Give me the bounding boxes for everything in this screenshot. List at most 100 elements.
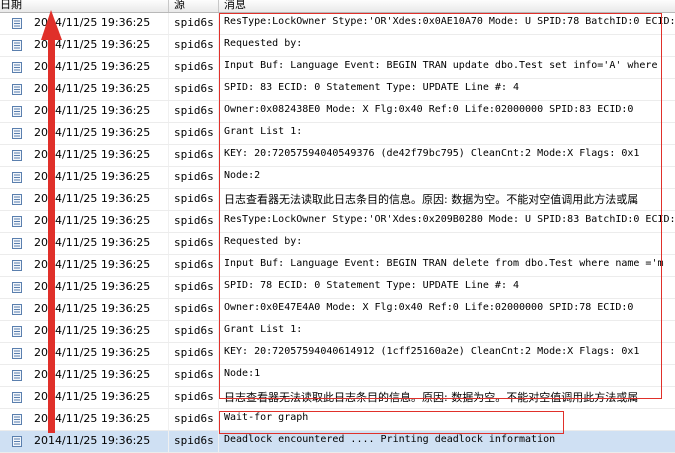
column-divider[interactable] <box>218 0 219 12</box>
entry-message: Grant List 1: <box>224 324 303 335</box>
table-row[interactable]: 2014/11/25 19:36:25 spid6s Input Buf: Lang… <box>0 57 675 79</box>
log-entry-icon <box>12 282 22 293</box>
table-row[interactable]: 2014/11/25 19:36:25 spid6s KEY: 20:7205759… <box>0 343 675 365</box>
cell-divider <box>218 409 219 430</box>
table-row[interactable]: 2014/11/25 19:36:25 spid6s Grant List 1: <box>0 321 675 343</box>
entry-source: spid6s <box>174 412 214 425</box>
entry-source: spid6s <box>174 390 214 403</box>
column-header-message[interactable]: 消息 <box>224 0 246 11</box>
log-entry-list[interactable]: 2014/11/25 19:36:25 spid6s ResType:LockOwn… <box>0 13 675 453</box>
log-entry-icon <box>12 348 22 359</box>
entry-message: 日志查看器无法读取此日志条目的信息。原因: 数据为空。不能对空值调用此方法或属 <box>224 391 639 404</box>
cell-divider <box>218 431 219 452</box>
table-row[interactable]: 2014/11/25 19:36:25 spid6s 日志查看器无法读取此日志条目的… <box>0 387 675 409</box>
log-entry-icon <box>12 238 22 249</box>
cell-divider <box>218 145 219 166</box>
cell-divider <box>168 189 169 210</box>
table-row[interactable]: 2014/11/25 19:36:25 spid6s SPID: 83 ECID: … <box>0 79 675 101</box>
entry-date: 2014/11/25 19:36:25 <box>34 412 151 425</box>
entry-date: 2014/11/25 19:36:25 <box>34 302 151 315</box>
entry-date: 2014/11/25 19:36:25 <box>34 236 151 249</box>
table-row[interactable]: 2014/11/25 19:36:25 spid6s Input Buf: Lang… <box>0 255 675 277</box>
table-row[interactable]: 2014/11/25 19:36:25 spid6s Node:1 <box>0 365 675 387</box>
log-entry-icon <box>12 326 22 337</box>
log-entry-icon <box>12 84 22 95</box>
column-header-date[interactable]: 日期 <box>0 0 22 11</box>
table-row[interactable]: 2014/11/25 19:36:25 spid6s Wait-for graph <box>0 409 675 431</box>
cell-divider <box>218 321 219 342</box>
entry-date: 2014/11/25 19:36:25 <box>34 214 151 227</box>
cell-divider <box>218 299 219 320</box>
column-divider[interactable] <box>168 0 169 12</box>
log-entry-icon <box>12 150 22 161</box>
log-entry-icon <box>12 128 22 139</box>
cell-divider <box>218 57 219 78</box>
cell-divider <box>168 277 169 298</box>
table-row-selected[interactable]: 2014/11/25 19:36:25 spid6s Deadlock encoun… <box>0 431 675 453</box>
table-row[interactable]: 2014/11/25 19:36:25 spid6s Requested by: <box>0 35 675 57</box>
cell-divider <box>168 431 169 452</box>
table-row[interactable]: 2014/11/25 19:36:25 spid6s Node:2 <box>0 167 675 189</box>
cell-divider <box>218 277 219 298</box>
cell-divider <box>218 123 219 144</box>
cell-divider <box>218 101 219 122</box>
entry-message: SPID: 78 ECID: 0 Statement Type: UPDATE … <box>224 280 520 291</box>
table-row[interactable]: 2014/11/25 19:36:25 spid6s ResType:LockOwn… <box>0 211 675 233</box>
log-entry-icon <box>12 106 22 117</box>
cell-divider <box>168 365 169 386</box>
entry-date: 2014/11/25 19:36:25 <box>34 280 151 293</box>
entry-message: Deadlock encountered .... Printing deadl… <box>224 434 556 445</box>
table-row[interactable]: 2014/11/25 19:36:25 spid6s Grant List 1: <box>0 123 675 145</box>
table-row[interactable]: 2014/11/25 19:36:25 spid6s SPID: 78 ECID: … <box>0 277 675 299</box>
table-row[interactable]: 2014/11/25 19:36:25 spid6s Owner:0x082438E… <box>0 101 675 123</box>
table-row[interactable]: 2014/11/25 19:36:25 spid6s ResType:LockOwn… <box>0 13 675 35</box>
entry-message: KEY: 20:72057594040614912 (1cff25160a2e)… <box>224 346 640 357</box>
cell-divider <box>218 189 219 210</box>
log-entry-icon <box>12 172 22 183</box>
cell-divider <box>168 167 169 188</box>
log-entry-icon <box>12 194 22 205</box>
entry-date: 2014/11/25 19:36:25 <box>34 16 151 29</box>
entry-source: spid6s <box>174 82 214 95</box>
entry-message: ResType:LockOwner Stype:'OR'Xdes:0x209B0… <box>224 214 675 225</box>
entry-date: 2014/11/25 19:36:25 <box>34 170 151 183</box>
entry-date: 2014/11/25 19:36:25 <box>34 346 151 359</box>
log-entry-icon <box>12 62 22 73</box>
entry-source: spid6s <box>174 60 214 73</box>
cell-divider <box>168 321 169 342</box>
entry-message: ResType:LockOwner Stype:'OR'Xdes:0x0AE10… <box>224 16 675 27</box>
entry-source: spid6s <box>174 104 214 117</box>
entry-source: spid6s <box>174 38 214 51</box>
column-header-source[interactable]: 源 <box>174 0 185 11</box>
entry-message: Wait-for graph <box>224 412 309 423</box>
cell-divider <box>218 13 219 34</box>
log-entry-icon <box>12 392 22 403</box>
log-entry-icon <box>12 18 22 29</box>
log-entry-icon <box>12 40 22 51</box>
table-row[interactable]: 2014/11/25 19:36:25 spid6s KEY: 20:7205759… <box>0 145 675 167</box>
entry-message: Input Buf: Language Event: BEGIN TRAN de… <box>224 258 664 269</box>
table-row[interactable]: 2014/11/25 19:36:25 spid6s Owner:0x0E47E4A… <box>0 299 675 321</box>
entry-source: spid6s <box>174 170 214 183</box>
log-entry-icon <box>12 370 22 381</box>
entry-message: Grant List 1: <box>224 126 303 137</box>
entry-date: 2014/11/25 19:36:25 <box>34 390 151 403</box>
entry-source: spid6s <box>174 258 214 271</box>
entry-date: 2014/11/25 19:36:25 <box>34 324 151 337</box>
cell-divider <box>218 387 219 408</box>
cell-divider <box>218 365 219 386</box>
cell-divider <box>168 299 169 320</box>
table-row[interactable]: 2014/11/25 19:36:25 spid6s 日志查看器无法读取此日志条目的… <box>0 189 675 211</box>
entry-message: Owner:0x0E47E4A0 Mode: X Flg:0x40 Ref:0 … <box>224 302 634 313</box>
entry-message: Requested by: <box>224 236 303 247</box>
entry-date: 2014/11/25 19:36:25 <box>34 368 151 381</box>
entry-source: spid6s <box>174 148 214 161</box>
entry-date: 2014/11/25 19:36:25 <box>34 258 151 271</box>
cell-divider <box>218 167 219 188</box>
entry-message: Requested by: <box>224 38 303 49</box>
table-row[interactable]: 2014/11/25 19:36:25 spid6s Requested by: <box>0 233 675 255</box>
cell-divider <box>168 409 169 430</box>
log-entry-icon <box>12 304 22 315</box>
cell-divider <box>168 79 169 100</box>
entry-date: 2014/11/25 19:36:25 <box>34 126 151 139</box>
